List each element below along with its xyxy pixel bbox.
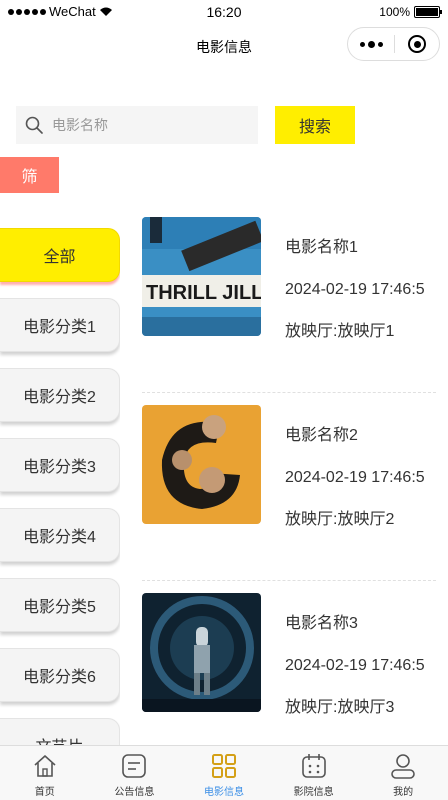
status-bar: WeChat 16:20 100% <box>0 0 448 24</box>
movie-time: 2024-02-19 17:46:5 <box>285 657 425 674</box>
movie-name: 电影名称1 <box>285 239 358 256</box>
category-item[interactable]: 电影分类6 <box>0 648 120 702</box>
movie-name: 电影名称2 <box>285 427 358 444</box>
target-icon <box>408 35 426 53</box>
movie-poster: THRILL JILL <box>142 217 261 336</box>
movie-list-item[interactable]: 电影名称3 2024-02-19 17:46:5 放映厅:放映厅3 <box>142 581 436 746</box>
movie-time: 2024-02-19 17:46:5 <box>285 469 425 486</box>
tab-mine[interactable]: 我的 <box>358 746 448 800</box>
movie-poster <box>142 593 261 712</box>
filter-button[interactable]: 筛 <box>0 157 59 193</box>
movie-hall: 放映厅:放映厅1 <box>285 323 395 340</box>
poster-title: THRILL JILL <box>146 282 261 304</box>
tab-label: 我的 <box>393 787 414 798</box>
search-box <box>16 106 258 144</box>
search-input[interactable] <box>52 117 242 133</box>
tab-label: 公告信息 <box>114 787 155 798</box>
tab-cinema[interactable]: 影院信息 <box>269 746 359 800</box>
movie-poster <box>142 405 261 524</box>
tab-label: 首页 <box>34 787 55 798</box>
search-icon <box>25 116 43 134</box>
battery-fill <box>416 8 438 16</box>
movie-hall: 放映厅:放映厅3 <box>285 699 395 716</box>
movie-name: 电影名称3 <box>285 615 358 632</box>
category-item-all[interactable]: 全部 <box>0 228 120 282</box>
tab-movies[interactable]: 电影信息 <box>179 746 269 800</box>
battery-status: 100% <box>379 5 442 19</box>
movie-time: 2024-02-19 17:46:5 <box>285 281 425 298</box>
category-item[interactable]: 电影分类4 <box>0 508 120 562</box>
category-item[interactable]: 电影分类5 <box>0 578 120 632</box>
more-options-icon[interactable] <box>348 28 394 60</box>
home-icon <box>34 755 56 777</box>
category-sidebar: 全部 电影分类1 电影分类2 电影分类3 电影分类4 电影分类5 电影分类6 文… <box>0 228 120 746</box>
movie-list: THRILL JILL 电影名称1 2024-02-19 17:46:5 放映厅… <box>142 205 448 746</box>
tab-bar: 首页 公告信息 电影信息 影院信息 我的 <box>0 745 448 800</box>
battery-icon <box>414 6 442 18</box>
close-mini-program-button[interactable] <box>395 35 439 53</box>
grid-icon <box>211 754 236 778</box>
category-item[interactable]: 电影分类1 <box>0 298 120 352</box>
category-item[interactable]: 电影分类2 <box>0 368 120 422</box>
nav-bar: 电影信息 <box>0 24 448 68</box>
movie-list-item[interactable]: 电影名称2 2024-02-19 17:46:5 放映厅:放映厅2 <box>142 393 436 581</box>
movie-list-item[interactable]: THRILL JILL 电影名称1 2024-02-19 17:46:5 放映厅… <box>142 205 436 393</box>
calendar-icon <box>301 754 326 778</box>
movie-hall: 放映厅:放映厅2 <box>285 511 395 528</box>
mini-program-capsule <box>347 27 440 61</box>
notice-icon <box>122 754 147 778</box>
tab-notice[interactable]: 公告信息 <box>90 746 180 800</box>
category-item[interactable]: 文艺片 <box>0 718 120 746</box>
search-button[interactable]: 搜索 <box>275 106 355 144</box>
user-icon <box>391 754 415 779</box>
tab-label: 电影信息 <box>203 787 244 798</box>
tab-label: 影院信息 <box>293 787 334 798</box>
battery-percent: 100% <box>379 5 410 19</box>
tab-home[interactable]: 首页 <box>0 746 90 800</box>
category-item[interactable]: 电影分类3 <box>0 438 120 492</box>
